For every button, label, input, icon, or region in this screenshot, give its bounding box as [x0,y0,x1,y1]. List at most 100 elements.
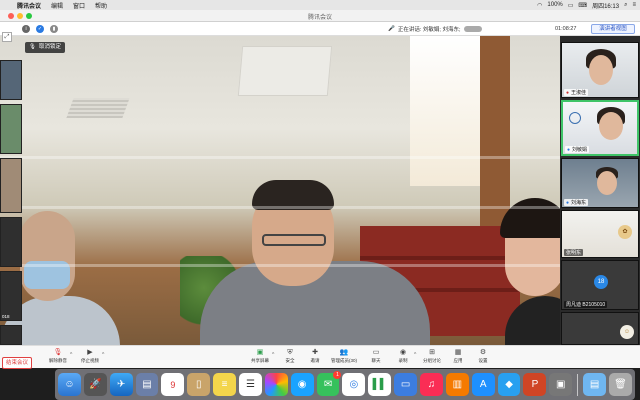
camera-icon: ▶ [87,349,93,356]
participant-tile-active[interactable]: ● 刘敏娟 [561,100,639,156]
center-person-glasses [262,234,326,246]
unlock-speaker-button[interactable]: 🎙 取消锁定 [25,42,65,53]
meeting-toolbar: 🎙 解除静音 ^ ▶ 停止视频 ^ ▣ 共享屏幕 ^ ⛨ 安全 ✚ 邀请 👥 管… [0,345,640,368]
dock-separator [577,373,579,396]
menu-app-name[interactable]: 腾讯会议 [12,1,46,10]
signal-icon[interactable]: ▮ [50,25,58,33]
preview-icon[interactable]: ▣ [549,373,573,396]
participant-name: ● 王淑佳 [564,89,589,96]
music-icon[interactable]: ♫ [420,373,443,396]
stop-video-button[interactable]: ▶ 停止视频 [76,348,104,364]
chevron-up-icon[interactable]: ^ [414,352,416,358]
info-icon[interactable]: i [22,25,30,33]
expand-sidebar-icon[interactable]: ⤢ [2,32,12,42]
speaking-label: 正在讲话: 刘敏娟; 刘海东; [397,27,461,33]
downloads-folder-icon[interactable]: ▤ [583,373,607,396]
chat-button[interactable]: ▭ 聊天 [362,348,390,364]
unlock-label: 取消锁定 [38,44,61,50]
battery-icon[interactable]: ▭ [568,2,574,9]
mic-icon: ● [566,199,570,206]
speaking-indicator: 🎤 正在讲话: 刘敏娟; 刘海东; [388,25,482,33]
left-participant-tile[interactable] [0,325,22,345]
main-speaker-video[interactable] [0,36,560,345]
security-button[interactable]: ⛨ 安全 [276,348,304,364]
finder-icon[interactable]: ☺ [58,373,81,396]
video-glitch-line [0,206,560,209]
control-center-icon[interactable]: ≡ [632,2,636,8]
photos-icon[interactable] [264,373,288,396]
left-participant-tile[interactable]: 018 [0,271,22,321]
chevron-up-icon[interactable]: ^ [102,352,104,358]
photo-app-icon[interactable]: ▤ [135,373,159,396]
presenter-view-button[interactable]: 演讲者视图 [591,24,635,34]
breakout-button[interactable]: ⊞ 分组讨论 [418,348,446,364]
record-icon: ◉ [399,349,407,356]
participant-avatar: 18 [594,275,608,289]
share-screen-icon: ▣ [256,349,264,356]
reminders-icon[interactable]: ☰ [239,373,262,396]
participant-tile[interactable]: 18 周凡迪 B2105010 [561,260,639,310]
wifi-icon[interactable]: ◠ [537,2,542,9]
shield-icon: ⛨ [287,349,293,356]
share-screen-button[interactable]: ▣ 共享屏幕 [246,348,274,364]
security-shield-icon[interactable]: ✓ [36,25,44,33]
left-tile-label: 018 [2,314,10,319]
invite-button[interactable]: ✚ 邀请 [301,348,329,364]
input-method-icon[interactable]: ⌨ [578,2,587,9]
launchpad-icon[interactable]: 🚀 [83,373,107,396]
manage-members-button[interactable]: 👥 管理成员(30) [330,348,358,364]
menubar-clock[interactable]: 周四16:13 [592,1,619,10]
numbers-icon[interactable]: ▌▌ [368,373,392,396]
participant-tile[interactable]: ● 王淑佳 [561,42,639,98]
speaking-avatars [463,26,482,32]
keynote-icon[interactable]: ▭ [394,373,418,396]
participant-name: 周凡迪 B2105010 [564,301,608,308]
notes-icon[interactable]: ≡ [213,373,237,396]
settings-button[interactable]: ⚙ 设置 [469,348,497,364]
messages-icon[interactable]: ✉ 1 [316,371,342,396]
apps-button[interactable]: ▦ 应用 [444,348,472,364]
contacts-icon[interactable]: ▯ [187,373,211,396]
participant-name: ● 刘敏娟 [565,146,590,153]
wechat-icon[interactable]: ◎ [342,373,366,396]
end-meeting-button[interactable]: 结束会议 [2,357,32,369]
menu-edit[interactable]: 编辑 [46,1,68,10]
participant-name: 张明东 [564,249,584,256]
powerpoint-icon[interactable]: P [523,373,547,396]
ceiling-vent [66,98,130,118]
left-participant-tile[interactable] [0,104,22,154]
books-icon[interactable]: ▥ [445,373,469,396]
participant-avatar: ✿ [618,225,632,239]
unmute-button[interactable]: 🎙 解除静音 [44,348,72,364]
facetime-messages-icon[interactable]: ◉ [290,373,314,396]
participant-tile[interactable]: ☺ [561,312,639,345]
left-participant-tile[interactable] [0,158,22,213]
participant-tile[interactable]: ✿ 张明东 [561,210,639,258]
menu-window[interactable]: 窗口 [68,1,90,10]
add-user-icon: ✚ [312,349,318,356]
search-icon[interactable]: ⌕ [624,2,627,9]
meeting-info-bar: i ✓ ▮ 🎤 正在讲话: 刘敏娟; 刘海东; 01:08:27 演讲者视图 [0,22,640,36]
mic-icon: ● [566,89,570,96]
ceiling-light [237,46,333,96]
breakout-icon: ⊞ [429,349,435,356]
menu-help[interactable]: 帮助 [90,1,112,10]
participant-tile[interactable]: ● 刘海东 [561,158,639,208]
mac-menubar: 腾讯会议 编辑 窗口 帮助 ◠ 100% ▭ ⌨ 周四16:13 ⌕ ≡ [0,0,640,10]
video-glitch-line [0,264,560,267]
app-store-icon[interactable]: A [471,373,495,396]
chevron-up-icon[interactable]: ^ [272,352,274,358]
mic-off-icon: 🎙 [53,349,63,356]
left-participant-tile[interactable] [0,217,22,267]
calendar-icon[interactable]: 9 [161,373,185,396]
chevron-up-icon[interactable]: ^ [70,352,72,358]
members-icon: 👥 [339,349,349,356]
battery-percent[interactable]: 100% [547,2,562,8]
trash-icon[interactable]: 🗑 [609,373,632,396]
tencent-meeting-icon[interactable]: ◆ [497,373,521,396]
safari-icon[interactable]: ✈ [109,373,133,396]
record-button[interactable]: ◉ 录制 [389,348,417,364]
messages-badge: 1 [333,371,342,379]
meeting-timer: 01:08:27 [555,26,577,32]
left-participant-tile[interactable] [0,60,22,100]
